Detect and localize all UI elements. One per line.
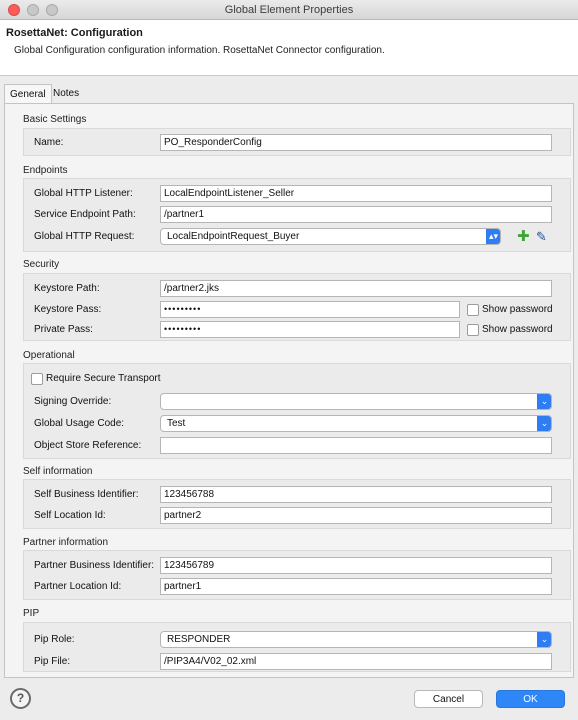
http-request-select[interactable]: LocalEndpointRequest_Buyer ▴▾ (160, 228, 501, 245)
show-keystore-password-checkbox[interactable] (467, 304, 479, 316)
partner-location-id-input[interactable]: partner1 (160, 578, 552, 595)
minimize-window-button[interactable] (27, 4, 39, 16)
pip-title: PIP (23, 608, 40, 619)
endpoints-group: Global HTTP Listener: LocalEndpointListe… (23, 178, 571, 252)
endpoints-title: Endpoints (23, 165, 68, 176)
self-location-id-input[interactable]: partner2 (160, 507, 552, 524)
object-store-input[interactable] (160, 437, 552, 454)
add-plus-icon[interactable]: ✚ (517, 229, 530, 244)
http-listener-input[interactable]: LocalEndpointListener_Seller (160, 185, 552, 202)
basic-settings-title: Basic Settings (23, 114, 87, 125)
cancel-button[interactable]: Cancel (414, 690, 483, 708)
pip-role-value: RESPONDER (167, 634, 231, 645)
edit-icon[interactable]: ✎ (536, 230, 547, 243)
usage-code-label: Global Usage Code: (34, 418, 125, 429)
keystore-path-label: Keystore Path: (34, 283, 100, 294)
chevron-down-icon[interactable]: ⌄ (537, 416, 551, 431)
service-endpoint-path-input[interactable]: /partner1 (160, 206, 552, 223)
partner-business-id-input[interactable]: 123456789 (160, 557, 552, 574)
ok-button[interactable]: OK (496, 690, 565, 708)
show-private-password-label: Show password (482, 324, 553, 335)
keystore-pass-input[interactable]: ••••••••• (160, 301, 460, 318)
security-group: Keystore Path: /partner2.jks Keystore Pa… (23, 273, 571, 341)
pip-role-select[interactable]: RESPONDER ⌄ (160, 631, 552, 648)
tab-notes[interactable]: Notes (48, 84, 84, 104)
dialog-title: RosettaNet: Configuration (6, 27, 143, 39)
private-pass-input[interactable]: ••••••••• (160, 321, 460, 338)
chevron-down-icon[interactable]: ⌄ (537, 632, 551, 647)
http-request-label: Global HTTP Request: (34, 231, 135, 242)
partner-info-group: Partner Business Identifier: 123456789 P… (23, 550, 571, 600)
usage-code-select[interactable]: Test ⌄ (160, 415, 552, 432)
partner-info-title: Partner information (23, 537, 109, 548)
tab-bar: General Notes (0, 84, 578, 104)
help-icon[interactable]: ? (10, 688, 31, 709)
general-tab-content: Basic Settings Name: PO_ResponderConfig … (4, 103, 574, 678)
operational-group: Require Secure Transport Signing Overrid… (23, 363, 571, 459)
operational-title: Operational (23, 350, 75, 361)
signing-override-label: Signing Override: (34, 396, 112, 407)
maximize-window-button[interactable] (46, 4, 58, 16)
close-window-button[interactable] (8, 4, 20, 16)
pip-role-label: Pip Role: (34, 634, 75, 645)
window-title: Global Element Properties (224, 4, 354, 16)
keystore-pass-label: Keystore Pass: (34, 304, 102, 315)
pip-group: Pip Role: RESPONDER ⌄ Pip File: /PIP3A4/… (23, 622, 571, 672)
tab-general[interactable]: General (4, 84, 52, 104)
signing-override-select[interactable]: ⌄ (160, 393, 552, 410)
service-endpoint-path-label: Service Endpoint Path: (34, 209, 136, 220)
keystore-path-input[interactable]: /partner2.jks (160, 280, 552, 297)
usage-code-value: Test (167, 418, 186, 429)
pip-file-input[interactable]: /PIP3A4/V02_02.xml (160, 653, 552, 670)
name-input[interactable]: PO_ResponderConfig (160, 134, 552, 151)
http-listener-label: Global HTTP Listener: (34, 188, 133, 199)
partner-business-id-label: Partner Business Identifier: (34, 560, 155, 571)
security-title: Security (23, 259, 60, 270)
require-secure-transport-checkbox[interactable] (31, 373, 43, 385)
show-private-password-checkbox[interactable] (467, 324, 479, 336)
chevron-down-icon[interactable]: ⌄ (537, 394, 551, 409)
dialog-description: Global Configuration configuration infor… (14, 45, 385, 56)
private-pass-label: Private Pass: (34, 324, 93, 335)
window-titlebar: Global Element Properties (0, 0, 578, 20)
require-secure-transport-label: Require Secure Transport (46, 373, 161, 384)
self-location-id-label: Self Location Id: (34, 510, 106, 521)
http-request-value: LocalEndpointRequest_Buyer (167, 231, 300, 242)
object-store-label: Object Store Reference: (34, 440, 142, 451)
name-label: Name: (34, 137, 64, 148)
pip-file-label: Pip File: (34, 656, 71, 667)
self-business-id-input[interactable]: 123456788 (160, 486, 552, 503)
show-keystore-password-label: Show password (482, 304, 553, 315)
chevron-down-icon[interactable]: ▴▾ (486, 229, 500, 244)
basic-settings-group: Name: PO_ResponderConfig (23, 128, 571, 156)
self-info-group: Self Business Identifier: 123456788 Self… (23, 479, 571, 529)
partner-location-id-label: Partner Location Id: (34, 581, 122, 592)
self-business-id-label: Self Business Identifier: (34, 489, 139, 500)
dialog-header: RosettaNet: Configuration Global Configu… (0, 20, 578, 76)
self-info-title: Self information (23, 466, 93, 477)
